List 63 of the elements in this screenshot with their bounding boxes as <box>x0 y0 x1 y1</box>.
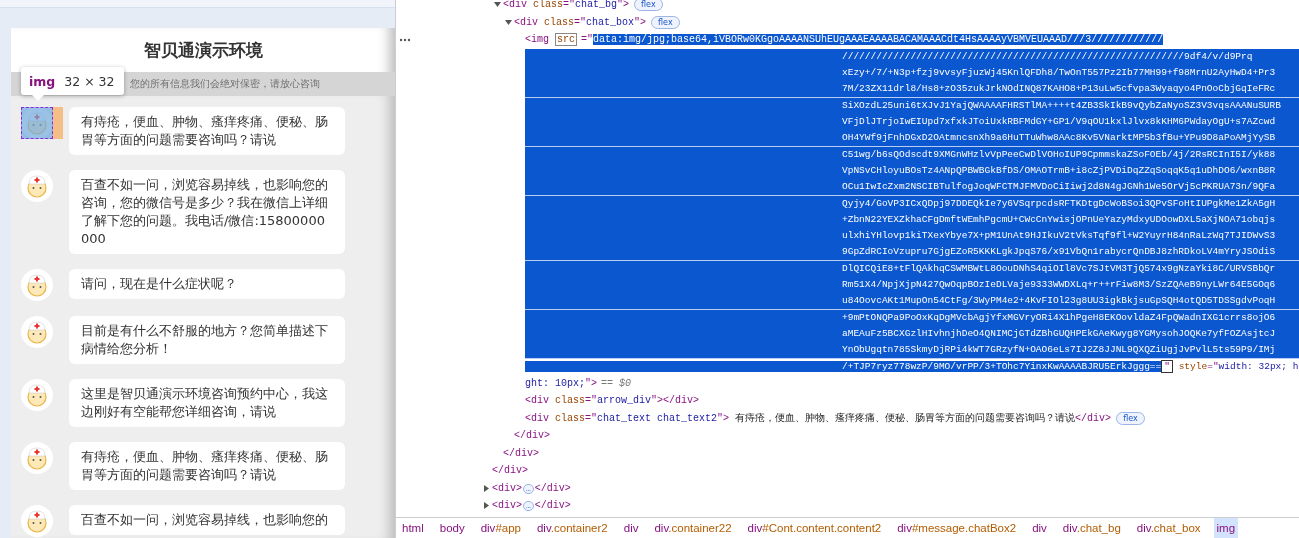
flex-badge[interactable]: flex <box>634 0 663 12</box>
margin-highlight <box>53 107 63 139</box>
code-line: OCu1IwIcZxm2NSCIBTulfogJoqWFCTMJFMVDoCiIiwj2d8N4gJGNh1We5OrVj5cPKRUA73n/9QFa <box>842 179 1277 194</box>
code-line: VpNSvCHloyuBOsTz4ANpQPBWBGkBfDS/OMAOTrmB+i8cZjPVDiDqZZqSoqqK5q1uDhDO6/wxnB8R <box>842 163 1277 178</box>
code-line: +9mPtONQPa9PoOxKqDgMVcbAgjYfxMGVryORi4X1hPgeH8EKOovldaZ4FpQWadnIXG1crrs8ojO6 <box>842 310 1277 325</box>
breadcrumb[interactable]: div.chat_bg <box>1059 518 1124 538</box>
code-line: /+TJP7ryz778wzP/9MO/vrPP/3+TOhc7YinxKwAAAABJRU5ErkJggg== " style="width: 32px; h <box>525 358 1299 375</box>
chat-bubble: 有痔疮，便血、肿物、瘙痒疼痛、便秘、肠胃等方面的问题需要咨询吗？请说 <box>69 107 345 155</box>
code-line: C51wg/b6sQOdscdt9XMGnWHzlvVpPeeCwDlVOHoIUP9CpmmskaZSoFOEb/4j/2RsRCInI5I/yk88 <box>842 147 1277 162</box>
code-line: ght: 10px;"> <box>525 377 598 389</box>
flex-badge[interactable]: flex <box>651 15 680 29</box>
breadcrumb[interactable]: div <box>620 518 642 538</box>
code-line[interactable]: <div class="chat_bg"> <box>503 0 630 11</box>
code-line: DlQICQiE8+tFlQAkhqCSWMBWtL8OouDNhS4qiOIl8Vc7SJtVM3TjQ574x9gNzaYki8C/URVSBbQr <box>842 261 1277 276</box>
code-line[interactable]: <div> … </div> <box>492 482 571 494</box>
code-line: +ZbnN22YEXZkhaCFgDmftWEmhPgcmU+CWcCnYwisjOPnUeYazyMdxyUDOowDXL5aXjNOA71obqjs <box>842 212 1277 227</box>
privacy-notice: 您的所有信息我们会绝对保密，请放心咨询 <box>130 77 320 91</box>
code-line: ////////////////////////////////////////////////////////////9df4/v/d9Prq <box>842 49 1254 64</box>
code-line: 9GpZdRCIoVzupru7GjgEZoR5KKKLgkJpqS76/x91VbQn1rabycrQnDBJ8zhRDkoLV4mYryJSOdiS <box>842 244 1277 259</box>
expanded-caret-icon[interactable] <box>494 1 501 8</box>
code-line: OH4YWf9jFnhDGxD2OAtmncsnXh9a6HuTTuWhw8AAc8Kv5VNarktMP5b3fBu+YPu9D8aPoAMjYySB <box>842 130 1277 145</box>
collapsed-caret-icon[interactable] <box>483 484 490 492</box>
tooltip-pointer <box>32 95 44 101</box>
code-line[interactable]: <div class="chat_box"> <box>514 16 647 28</box>
code-line: </div> <box>492 465 528 477</box>
code-line: aMEAuFz5BCXGzlHIvhnjhDeO4QNIMCjGTdZBhGUQHPEkGAeKwyg8YGMysohJOQKe7yfFOZAsjtcJ <box>842 326 1277 341</box>
breadcrumb[interactable]: div#app <box>477 518 524 538</box>
breadcrumb[interactable]: img <box>1213 518 1239 538</box>
breadcrumb[interactable]: div.container2 <box>533 518 611 538</box>
code-line: 7M/23ZX11drl8/Hs8+zO35zukJrkNOdINQ87KAHO8+P13uLw5cfvpa3Wyaqyo4PnOoCbjGqIeFRc <box>842 81 1277 96</box>
chat-bubble: 百查不如一问，浏览容易掉线，也影响您的咨询，您的微信号是多少？我在微信上详细了解下您的问题。我电话/微信:15800000000 <box>69 170 345 254</box>
code-line: VFjDlJTrjoIwEIUpd7xfxkJToiUxkRBFMdGY+GP1/V9qOU1kxlJlvx8kKHM6PWdayOgU+s7AZcwd <box>842 114 1277 129</box>
chat-bubble: 请问，现在是什么症状呢？ <box>69 269 345 299</box>
chat-bubble: 这里是智贝通演示环境咨询预约中心，我这边刚好有空能帮您详细咨询，请说 <box>69 379 345 427</box>
code-line: </div> <box>514 430 550 442</box>
code-line: Qyjy4/GoVP3ICxQDpj97DDEQkIe7y6VSqrpcdsRFTKDtgDcWoBSoi3QPvSFoHtIUPgkMe1ZkA5gH <box>842 196 1277 211</box>
breadcrumb[interactable]: body <box>436 518 468 538</box>
chat-bubble: 目前是有什么不舒服的地方？您简单描述下病情给您分析！ <box>69 316 345 364</box>
code-line[interactable]: <div class="arrow_div"></div> <box>525 395 700 407</box>
code-line: ulxhiYHlovp1kiTXexYbye7X+pM1UnAt9HJIkuV2tVksTqf9fl+W2YuyrH84nRaLzWq7TJIDWvS3 <box>842 228 1277 243</box>
flex-badge[interactable]: flex <box>1116 411 1145 425</box>
more-icon[interactable] <box>399 38 411 42</box>
console-reference: == $0 <box>601 377 632 389</box>
code-line: SiXOzdL25uni6tXJvJ1YajQWAAAAFHRSTlMA++++t4ZB3SkIkB9vQybZaNyoSZ3V3vqsAAANuSURB <box>842 98 1282 113</box>
breadcrumb[interactable]: div.container22 <box>651 518 735 538</box>
code-line: YnObUgqtn785SkmyDjRPi4kWT7GRzyfN+OAO6eLs7IJ2Z8JJNL9QXQZiUgjJvPvlL5ts59P9/IMj <box>842 342 1277 357</box>
code-line: xEzy+/7/+N3p+fzj9vvsyFjuzWj45KnlQFDh8/TwOnT557Pz2Ib77MH99+f98MrnU2AyHwD4+Pr3 <box>842 65 1277 80</box>
collapsed-caret-icon[interactable] <box>483 502 490 509</box>
code-line: </div> <box>503 447 539 459</box>
element-highlight <box>21 107 53 139</box>
expanded-caret-icon[interactable] <box>505 18 512 26</box>
page-title: 智贝通演示环境 <box>142 38 264 62</box>
breadcrumb[interactable]: div#Cont.content.content2 <box>744 518 885 538</box>
code-line[interactable]: <div class="chat_text chat_text2"> 有痔疮，便血、肿物、瘙痒疼痛、便秘、肠胃等方面的问题需要咨询吗？请说</div> <box>525 411 1112 426</box>
breadcrumb[interactable]: html <box>399 518 427 538</box>
breadcrumb[interactable]: div <box>1029 518 1050 538</box>
code-line: Rm51X4/NpjXjpN427QwOqpBOzIeDLVaje9333WWDXLq+r++rFiw8M3/SzZQAeB9nyLWr64E5GOq6 <box>842 277 1277 292</box>
breadcrumb[interactable]: div.chat_box <box>1133 518 1204 538</box>
chat-bubble: 有痔疮，便血、肿物、瘙痒疼痛、便秘、肠胃等方面的问题需要咨询吗？请说 <box>69 442 345 490</box>
code-line: u84OovcAKt1MupOn54CtFg/3WyPM4e2+4KvFIOl23g8UU3igkBkjsuGpSQH4otQD5TDSSgdvPoqH <box>842 293 1277 308</box>
chat-bubble: 百查不如一问，浏览容易掉线，也影响您的 <box>69 505 345 535</box>
code-line[interactable]: <div> … </div> <box>492 500 571 512</box>
breadcrumb[interactable]: div#message.chatBox2 <box>894 518 1020 538</box>
